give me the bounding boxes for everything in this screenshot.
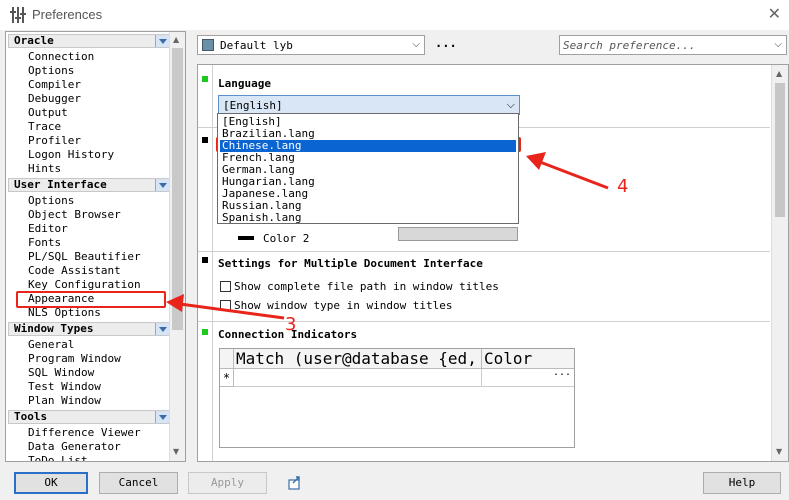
tree-item-sql-window[interactable]: SQL Window xyxy=(28,366,94,380)
tree-item-plan-window[interactable]: Plan Window xyxy=(28,394,101,408)
tree-group-label: Window Types xyxy=(14,322,94,335)
mdi-section: Settings for Multiple Document Interface… xyxy=(198,251,770,322)
tree-item-data-generator[interactable]: Data Generator xyxy=(28,440,121,454)
tree-item-logon-history[interactable]: Logon History xyxy=(28,148,114,162)
new-row-marker: * xyxy=(220,369,234,387)
tree-item-key-configuration[interactable]: Key Configuration xyxy=(28,278,141,292)
language-dropdown-list[interactable]: [English] Brazilian.lang Chinese.lang Fr… xyxy=(217,113,519,224)
ellipsis-button[interactable]: ... xyxy=(553,367,571,378)
chevron-down-icon: ⌵ xyxy=(506,98,515,111)
tree-item-output[interactable]: Output xyxy=(28,106,68,120)
tree-group-user-interface[interactable]: User Interface xyxy=(8,178,170,192)
close-icon[interactable]: ✕ xyxy=(768,4,781,23)
tree-group-label: User Interface xyxy=(14,178,107,191)
tree-item-todo-list[interactable]: ToDo List xyxy=(28,454,88,461)
connection-grid[interactable]: Match (user@database {ed, Color * ... xyxy=(219,348,575,448)
tree-item-object-browser[interactable]: Object Browser xyxy=(28,208,121,222)
help-button[interactable]: Help xyxy=(703,472,781,494)
color2-label: Color 2 xyxy=(263,232,310,245)
tree-item-profiler[interactable]: Profiler xyxy=(28,134,81,148)
language-title: Language xyxy=(218,77,271,90)
scroll-up-icon[interactable]: ▲ xyxy=(173,35,179,44)
show-full-path-checkbox[interactable] xyxy=(220,281,231,292)
tree-item-test-window[interactable]: Test Window xyxy=(28,380,101,394)
tree-item-general[interactable]: General xyxy=(28,338,74,352)
tree-item-hints[interactable]: Hints xyxy=(28,162,61,176)
window-title: Preferences xyxy=(32,7,103,22)
language-selected: [English] xyxy=(223,99,283,112)
scrollbar-thumb[interactable] xyxy=(775,83,785,217)
annotation-step-4: 4 xyxy=(617,176,629,197)
content-scrollbar[interactable]: ▲ ▼ xyxy=(771,65,788,461)
color-cell[interactable]: ... xyxy=(482,367,574,387)
section-marker xyxy=(202,76,208,82)
collapse-icon[interactable] xyxy=(155,179,169,191)
tree-item-editor[interactable]: Editor xyxy=(28,222,68,236)
tree-item-compiler[interactable]: Compiler xyxy=(28,78,81,92)
ok-button[interactable]: OK xyxy=(14,472,88,494)
search-input[interactable]: Search preference... ⌵ xyxy=(559,35,787,55)
more-button[interactable]: ... xyxy=(435,36,457,50)
tree-item-fonts[interactable]: Fonts xyxy=(28,236,61,250)
scroll-up-icon[interactable]: ▲ xyxy=(776,69,782,78)
show-full-path-label: Show complete file path in window titles xyxy=(234,280,499,293)
tree-scrollbar[interactable]: ▲ ▼ xyxy=(169,32,185,461)
show-window-type-label: Show window type in window titles xyxy=(234,299,453,312)
section-marker xyxy=(202,137,208,143)
scroll-down-icon[interactable]: ▼ xyxy=(776,447,782,456)
collapse-icon[interactable] xyxy=(155,35,169,47)
collapse-icon[interactable] xyxy=(155,411,169,423)
profile-icon xyxy=(202,39,214,51)
tree-item-plsql-beautifier[interactable]: PL/SQL Beautifier xyxy=(28,250,141,264)
search-placeholder: Search preference... xyxy=(563,39,696,52)
preferences-icon xyxy=(10,7,26,23)
highlight-appearance xyxy=(16,291,166,308)
chevron-down-icon: ⌵ xyxy=(412,39,420,50)
profile-select[interactable]: Default lyb ⌵ xyxy=(197,35,425,55)
tree-item-debugger[interactable]: Debugger xyxy=(28,92,81,106)
scroll-down-icon[interactable]: ▼ xyxy=(173,447,179,456)
tree-item-options[interactable]: Options xyxy=(28,64,74,78)
section-marker xyxy=(202,329,208,335)
show-window-type-checkbox[interactable] xyxy=(220,300,231,311)
tree-item-trace[interactable]: Trace xyxy=(28,120,61,134)
tree-item-program-window[interactable]: Program Window xyxy=(28,352,121,366)
tree-item-difference-viewer[interactable]: Difference Viewer xyxy=(28,426,141,440)
tree-item-code-assistant[interactable]: Code Assistant xyxy=(28,264,121,278)
cancel-button[interactable]: Cancel xyxy=(99,472,178,494)
tree-group-oracle[interactable]: Oracle xyxy=(8,34,170,48)
chevron-down-icon[interactable]: ⌵ xyxy=(774,39,782,50)
grid-corner xyxy=(220,349,234,369)
apply-button[interactable]: Apply xyxy=(188,472,267,494)
language-select[interactable]: [English] ⌵ xyxy=(218,95,520,115)
mdi-title: Settings for Multiple Document Interface xyxy=(218,257,483,270)
match-cell[interactable] xyxy=(234,369,482,387)
color-button[interactable] xyxy=(398,227,518,241)
section-marker xyxy=(202,257,208,263)
grid-header-color[interactable]: Color xyxy=(482,349,574,369)
grid-header-match[interactable]: Match (user@database {ed, xyxy=(234,349,482,369)
tree-group-label: Oracle xyxy=(14,34,54,47)
title-bar: Preferences ✕ xyxy=(0,0,789,30)
color-swatch xyxy=(238,236,254,240)
language-option[interactable]: Spanish.lang xyxy=(220,212,516,224)
tree-group-window-types[interactable]: Window Types xyxy=(8,322,170,336)
profile-value: Default lyb xyxy=(220,39,293,52)
tree-item-nls-options[interactable]: NLS Options xyxy=(28,306,101,320)
pin-icon[interactable] xyxy=(287,475,303,491)
preferences-tree: Oracle Connection Options Compiler Debug… xyxy=(5,31,186,462)
annotation-step-3: 3 xyxy=(285,314,297,335)
tree-group-tools[interactable]: Tools xyxy=(8,410,170,424)
tree-group-label: Tools xyxy=(14,410,48,423)
scrollbar-thumb[interactable] xyxy=(172,48,183,330)
collapse-icon[interactable] xyxy=(155,323,169,335)
tree-item-ui-options[interactable]: Options xyxy=(28,194,74,208)
tree-item-connection[interactable]: Connection xyxy=(28,50,94,64)
